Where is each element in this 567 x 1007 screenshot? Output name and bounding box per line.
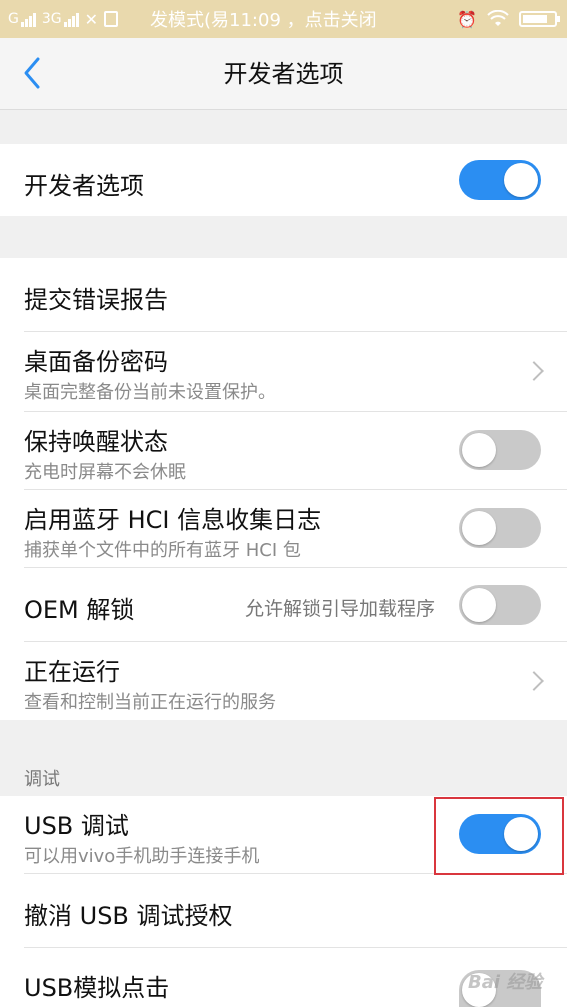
- item-subtitle: 充电时屏幕不会休眠: [24, 462, 186, 483]
- section-header-debug: 调试: [24, 769, 60, 790]
- item-subtitle: 捕获单个文件中的所有蓝牙 HCI 包: [24, 540, 301, 561]
- toggle-knob: [462, 511, 496, 545]
- item-title: USB 调试: [24, 812, 129, 840]
- chevron-right-icon: [524, 361, 544, 381]
- settings-section: 提交错误报告 桌面备份密码 桌面完整备份当前未设置保护。 保持唤醒状态 充电时屏…: [0, 258, 567, 720]
- chevron-right-icon: [524, 671, 544, 691]
- master-toggle-row[interactable]: 开发者选项: [0, 144, 567, 216]
- signal-bars-icon: [20, 13, 36, 27]
- list-item-bug-report[interactable]: 提交错误报告: [0, 258, 567, 332]
- list-item-revoke-usb-auth[interactable]: 撤消 USB 调试授权: [0, 874, 567, 948]
- list-item-desktop-backup-password[interactable]: 桌面备份密码 桌面完整备份当前未设置保护。: [0, 332, 567, 412]
- item-title: 启用蓝牙 HCI 信息收集日志: [24, 506, 322, 534]
- toggle-knob: [462, 433, 496, 467]
- status-icons: ⏰: [457, 0, 560, 38]
- item-subtitle: 查看和控制当前正在运行的服务: [24, 692, 276, 713]
- alarm-icon: ⏰: [457, 9, 477, 29]
- stay-awake-toggle[interactable]: [459, 430, 541, 470]
- carrier-label-1: G: [8, 11, 19, 27]
- battery-icon: [519, 11, 560, 27]
- item-title: 保持唤醒状态: [24, 428, 168, 456]
- status-notice[interactable]: 发模式(易11:09 ，点击关闭: [150, 0, 377, 38]
- master-toggle-switch[interactable]: [459, 160, 541, 200]
- oem-unlock-toggle[interactable]: [459, 585, 541, 625]
- item-title: 提交错误报告: [24, 286, 168, 314]
- tools-icon: ✕: [84, 9, 99, 29]
- item-subtitle: 允许解锁引导加载程序: [244, 598, 435, 620]
- list-item-oem-unlock[interactable]: OEM 解锁 允许解锁引导加载程序: [0, 568, 567, 642]
- signal-group: G 3G ✕: [8, 9, 119, 29]
- page-title: 开发者选项: [223, 60, 344, 88]
- master-section: 开发者选项: [0, 144, 567, 216]
- signal-bars-icon: [63, 13, 79, 27]
- toggle-knob: [504, 163, 538, 197]
- item-title: OEM 解锁: [24, 596, 135, 624]
- annotation-highlight-box: [434, 797, 564, 875]
- status-bar: G 3G ✕ 发模式(易11:09 ，点击关闭 ⏰: [0, 0, 567, 38]
- signal-indicator-1: G: [8, 11, 36, 27]
- wifi-icon: [487, 10, 509, 26]
- toggle-knob: [462, 588, 496, 622]
- item-title: 正在运行: [24, 658, 120, 686]
- bluetooth-hci-toggle[interactable]: [459, 508, 541, 548]
- carrier-label-2: 3G: [41, 11, 62, 27]
- master-toggle-label: 开发者选项: [24, 172, 144, 200]
- item-subtitle: 可以用vivo手机助手连接手机: [24, 846, 260, 867]
- title-bar: 开发者选项: [0, 38, 567, 110]
- item-subtitle: 桌面完整备份当前未设置保护。: [24, 382, 276, 403]
- signal-indicator-2: 3G: [42, 11, 79, 27]
- item-title: 撤消 USB 调试授权: [24, 902, 233, 930]
- watermark-logo: Bai 经验: [468, 972, 543, 993]
- item-title: 桌面备份密码: [24, 348, 168, 376]
- list-item-running-services[interactable]: 正在运行 查看和控制当前正在运行的服务: [0, 642, 567, 720]
- list-item-bluetooth-hci-log[interactable]: 启用蓝牙 HCI 信息收集日志 捕获单个文件中的所有蓝牙 HCI 包: [0, 490, 567, 568]
- list-item-stay-awake[interactable]: 保持唤醒状态 充电时屏幕不会休眠: [0, 412, 567, 490]
- item-title: USB模拟点击: [24, 974, 170, 1002]
- sim-icon: [104, 11, 119, 27]
